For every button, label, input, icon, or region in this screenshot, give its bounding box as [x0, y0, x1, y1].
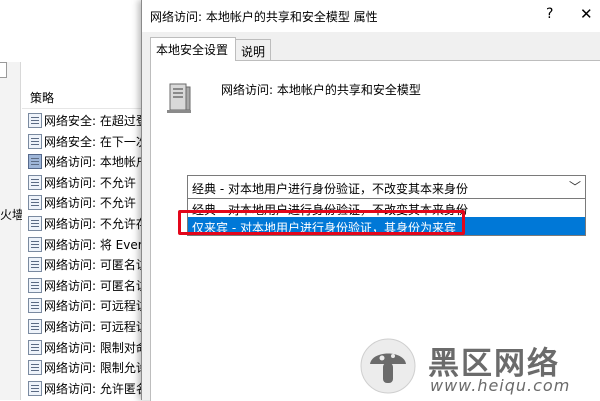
policy-label: 网络访问: 允许匿名	[44, 381, 142, 396]
policy-row[interactable]: 网络访问: 不允许存	[28, 213, 142, 233]
security-model-select[interactable]: 经典 - 对本地用户进行身份验证，不改变其本来身份 ﹀	[187, 175, 586, 199]
policy-label: 网络访问: 限制对命	[44, 340, 142, 355]
policy-icon	[28, 236, 42, 252]
help-button[interactable]: ?	[546, 6, 553, 22]
policy-icon	[28, 174, 42, 190]
policy-icon	[28, 257, 42, 273]
policy-row[interactable]: 网络访问: 不允许	[28, 172, 142, 192]
policy-icon	[28, 216, 42, 231]
policy-row[interactable]: 网络安全: 在下一次	[28, 131, 142, 151]
policy-label: 网络访问: 可远程访	[44, 320, 142, 334]
policy-label: 网络访问: 不允许存	[44, 217, 142, 231]
policy-list: 策略 网络安全: 在超过登 网络安全: 在下一次 网络访问: 本地帐户 网络访问: 不…	[22, 80, 142, 400]
policy-icon	[28, 298, 42, 314]
policy-icon	[28, 319, 42, 334]
policy-row[interactable]: 网络访问: 可远程访	[28, 316, 142, 336]
policy-label: 网络访问: 可匿名访	[44, 278, 142, 293]
policy-row[interactable]: 网络访问: 允许匿名	[28, 378, 142, 398]
left-pane-edge	[0, 62, 21, 400]
policy-label: 网络访问: 不允许	[44, 196, 136, 211]
policy-row[interactable]: 网络访问: 限制允许	[28, 357, 142, 377]
watermark-url: www.heiqu.com	[430, 376, 571, 395]
policy-row[interactable]: 网络访问: 将 Every	[28, 234, 142, 254]
policy-label: 网络安全: 在下一次	[44, 134, 142, 149]
side-label: 火墙	[0, 208, 25, 222]
mushroom-logo-icon	[360, 338, 416, 394]
chevron-down-icon[interactable]: ﹀	[569, 178, 581, 195]
tab-strip: 本地安全设置 说明	[142, 32, 600, 61]
policy-icon	[28, 360, 42, 376]
policy-name: 网络访问: 本地帐户的共享和安全模型	[221, 83, 421, 97]
server-icon	[167, 83, 191, 113]
tab-local-security-setting[interactable]: 本地安全设置	[150, 37, 236, 61]
policy-label: 网络访问: 可匿名访	[44, 258, 142, 273]
policy-icon	[28, 277, 42, 293]
policy-row[interactable]: 网络访问: 不允许	[28, 192, 142, 212]
policy-row[interactable]: 网络访问: 限制对命	[28, 337, 142, 357]
dialog-titlebar: 网络访问: 本地帐户的共享和安全模型 属性 ? ✕	[142, 0, 600, 32]
policy-label: 网络安全: 在超过登	[44, 114, 142, 128]
policy-label: 网络访问: 不允许	[44, 175, 136, 190]
policy-icon	[28, 339, 42, 355]
close-button[interactable]: ✕	[580, 5, 593, 23]
policy-label: 网络访问: 可远程访	[44, 299, 142, 314]
watermark: 黑区网络 www.heiqu.com	[360, 334, 600, 400]
policy-icon	[28, 380, 42, 396]
policy-row[interactable]: 网络访问: 本地帐户	[28, 151, 142, 171]
policy-row[interactable]: 网络访问: 可匿名访	[28, 254, 142, 274]
policy-row[interactable]: 网络访问: 可远程访	[28, 295, 142, 315]
policy-icon	[28, 113, 42, 128]
policy-label: 网络访问: 限制允许	[44, 361, 142, 376]
policy-row[interactable]: 网络访问: 可匿名访	[28, 275, 142, 295]
column-header-policy[interactable]: 策略	[22, 80, 142, 109]
dialog-title: 网络访问: 本地帐户的共享和安全模型 属性	[150, 10, 378, 24]
select-value: 经典 - 对本地用户进行身份验证，不改变其本来身份	[192, 182, 468, 196]
scroll-edge[interactable]	[0, 62, 7, 78]
policy-icon	[28, 154, 42, 170]
policy-label: 网络访问: 本地帐户	[44, 155, 142, 170]
policy-row[interactable]: 网络安全: 在超过登	[28, 110, 142, 130]
tab-explain[interactable]: 说明	[235, 39, 271, 60]
policy-icon	[28, 195, 42, 211]
policy-icon	[28, 133, 42, 149]
highlight-annotation	[178, 210, 465, 235]
policy-label: 网络访问: 将 Every	[44, 237, 142, 252]
